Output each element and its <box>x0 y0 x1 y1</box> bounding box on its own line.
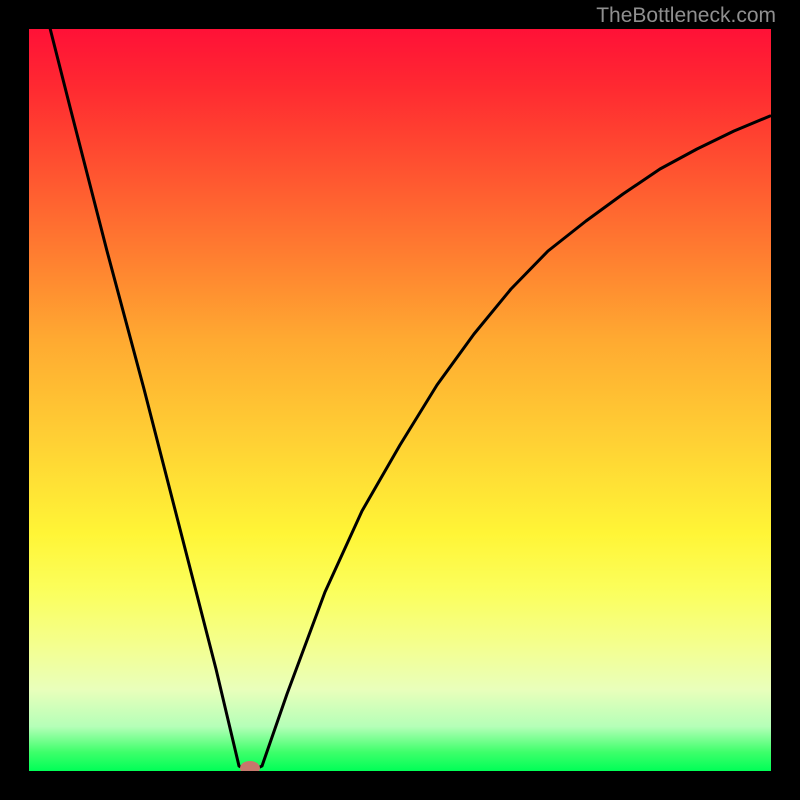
data-marker <box>240 761 260 771</box>
watermark-text: TheBottleneck.com <box>596 4 776 28</box>
plot-area <box>29 29 771 771</box>
chart-svg <box>29 29 771 771</box>
curve-path <box>35 29 770 770</box>
chart-root: TheBottleneck.com <box>0 0 800 800</box>
